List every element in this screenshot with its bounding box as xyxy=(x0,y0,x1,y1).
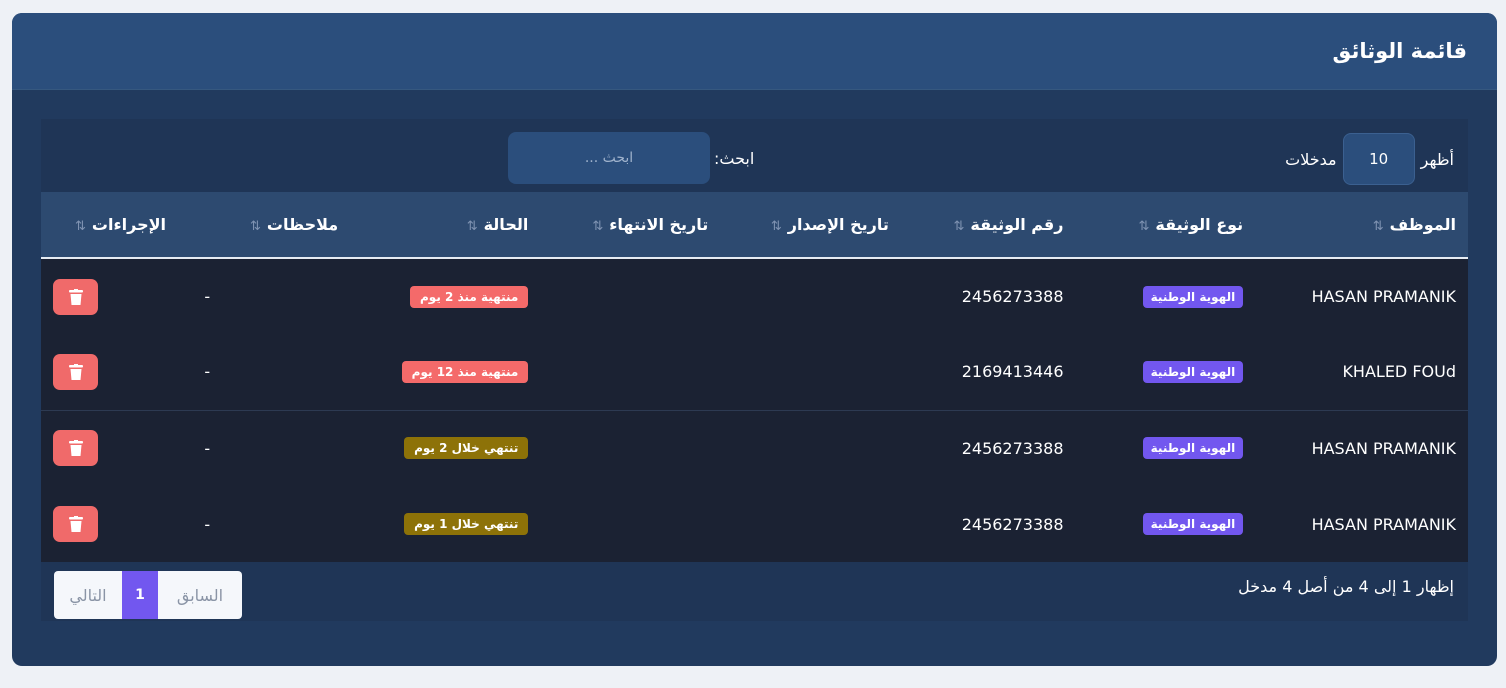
delete-button[interactable] xyxy=(53,353,98,390)
next-page-button[interactable]: التالي xyxy=(54,571,122,619)
column-label: الحالة xyxy=(483,215,529,234)
status-badge: تنتهي خلال 1 يوم xyxy=(404,513,529,535)
sort-icon: ⇅ xyxy=(953,219,965,234)
table-row: HASAN PRAMANIK الهوية الوطنية 2456273388… xyxy=(41,410,1468,486)
doc-number-cell: 2169413446 xyxy=(961,362,1064,382)
issue-date-cell xyxy=(720,410,901,486)
column-doc-number[interactable]: رقم الوثيقة ⇅ xyxy=(901,192,1076,258)
column-actions[interactable]: الإجراءات ⇅ xyxy=(41,192,178,258)
delete-button[interactable] xyxy=(53,506,98,542)
trash-icon xyxy=(68,288,83,305)
column-issue-date[interactable]: تاريخ الإصدار ⇅ xyxy=(720,192,901,258)
doc-number-cell: 2456273388 xyxy=(961,438,1064,458)
show-label: أظهر xyxy=(1420,149,1454,169)
status-badge: منتهية منذ 2 يوم xyxy=(410,285,529,308)
search-label: ابحث: xyxy=(714,148,755,168)
search-input[interactable]: ابحث ... xyxy=(508,132,710,184)
column-doc-type[interactable]: نوع الوثيقة ⇅ xyxy=(1076,192,1256,258)
search-control: ابحث: ابحث ... xyxy=(508,132,754,184)
notes-cell: - xyxy=(204,287,211,306)
sort-icon: ⇅ xyxy=(250,219,261,234)
issue-date-cell xyxy=(720,258,901,334)
sort-icon: ⇅ xyxy=(1372,219,1384,234)
sort-icon: ⇅ xyxy=(592,219,604,234)
documents-table: الموظف ⇅ نوع الوثيقة ⇅ رقم الوثيقة ⇅ تاريخ … xyxy=(41,192,1468,562)
trash-icon xyxy=(68,440,83,457)
sort-icon: ⇅ xyxy=(466,219,478,234)
column-label: الإجراءات xyxy=(91,215,166,234)
entries-label: مدخلات xyxy=(1285,149,1337,169)
column-notes[interactable]: ملاحظات ⇅ xyxy=(178,192,350,258)
doc-type-badge: الهوية الوطنية xyxy=(1142,285,1244,308)
table-row: HASAN PRAMANIK الهوية الوطنية 2456273388… xyxy=(41,258,1468,334)
card-header: قائمة الوثائق xyxy=(12,13,1497,90)
previous-page-button[interactable]: السابق xyxy=(158,571,242,619)
issue-date-cell xyxy=(720,486,901,562)
delete-button[interactable] xyxy=(53,430,98,467)
datatable-panel: أظهر 10 مدخلات ابحث: ابحث ... الموظف ⇅ نو… xyxy=(41,119,1468,621)
notes-cell: - xyxy=(204,514,211,534)
expiry-date-cell xyxy=(540,258,720,334)
column-label: تاريخ الإصدار xyxy=(787,215,889,234)
doc-number-cell: 2456273388 xyxy=(961,514,1064,534)
sort-icon: ⇅ xyxy=(1138,219,1150,234)
employee-cell: HASAN PRAMANIK xyxy=(1311,287,1456,306)
column-label: رقم الوثيقة xyxy=(970,215,1064,234)
expiry-date-cell xyxy=(540,486,720,562)
doc-type-badge: الهوية الوطنية xyxy=(1142,360,1244,383)
page-length-control: أظهر 10 مدخلات xyxy=(1285,133,1454,185)
documents-card: قائمة الوثائق أظهر 10 مدخلات ابحث: ابحث … xyxy=(12,13,1497,666)
pagination: التالي 1 السابق xyxy=(54,571,242,619)
status-badge: منتهية منذ 12 يوم xyxy=(401,360,529,383)
trash-icon xyxy=(68,363,83,380)
column-label: تاريخ الانتهاء xyxy=(609,215,709,234)
employee-cell: HASAN PRAMANIK xyxy=(1311,514,1456,534)
trash-icon xyxy=(68,516,83,532)
expiry-date-cell xyxy=(540,334,720,410)
expiry-date-cell xyxy=(540,410,720,486)
column-expiry-date[interactable]: تاريخ الانتهاء ⇅ xyxy=(540,192,720,258)
employee-cell: KHALED FOUd xyxy=(1342,362,1456,382)
column-label: نوع الوثيقة xyxy=(1155,215,1244,234)
employee-cell: HASAN PRAMANIK xyxy=(1311,438,1456,458)
doc-type-badge: الهوية الوطنية xyxy=(1142,513,1244,535)
column-label: ملاحظات xyxy=(266,215,339,234)
issue-date-cell xyxy=(720,334,901,410)
column-employee[interactable]: الموظف ⇅ xyxy=(1255,192,1468,258)
doc-type-badge: الهوية الوطنية xyxy=(1142,437,1244,460)
column-status[interactable]: الحالة ⇅ xyxy=(350,192,540,258)
page-1-button[interactable]: 1 xyxy=(122,571,158,619)
table-row: HASAN PRAMANIK الهوية الوطنية 2456273388… xyxy=(41,486,1468,562)
notes-cell: - xyxy=(204,362,211,382)
column-label: الموظف xyxy=(1389,215,1456,234)
status-badge: تنتهي خلال 2 يوم xyxy=(404,437,529,460)
table-info: إظهار 1 إلى 4 من أصل 4 مدخل xyxy=(1238,577,1454,596)
sort-icon: ⇅ xyxy=(770,219,782,234)
delete-button[interactable] xyxy=(53,278,98,315)
notes-cell: - xyxy=(204,438,211,458)
sort-icon: ⇅ xyxy=(74,219,86,234)
table-header-row: الموظف ⇅ نوع الوثيقة ⇅ رقم الوثيقة ⇅ تاريخ … xyxy=(41,192,1468,258)
doc-number-cell: 2456273388 xyxy=(961,287,1064,306)
page-length-select[interactable]: 10 xyxy=(1342,133,1415,185)
page-title: قائمة الوثائق xyxy=(1332,39,1467,63)
table-row: KHALED FOUd الهوية الوطنية 2169413446 من… xyxy=(41,334,1468,410)
